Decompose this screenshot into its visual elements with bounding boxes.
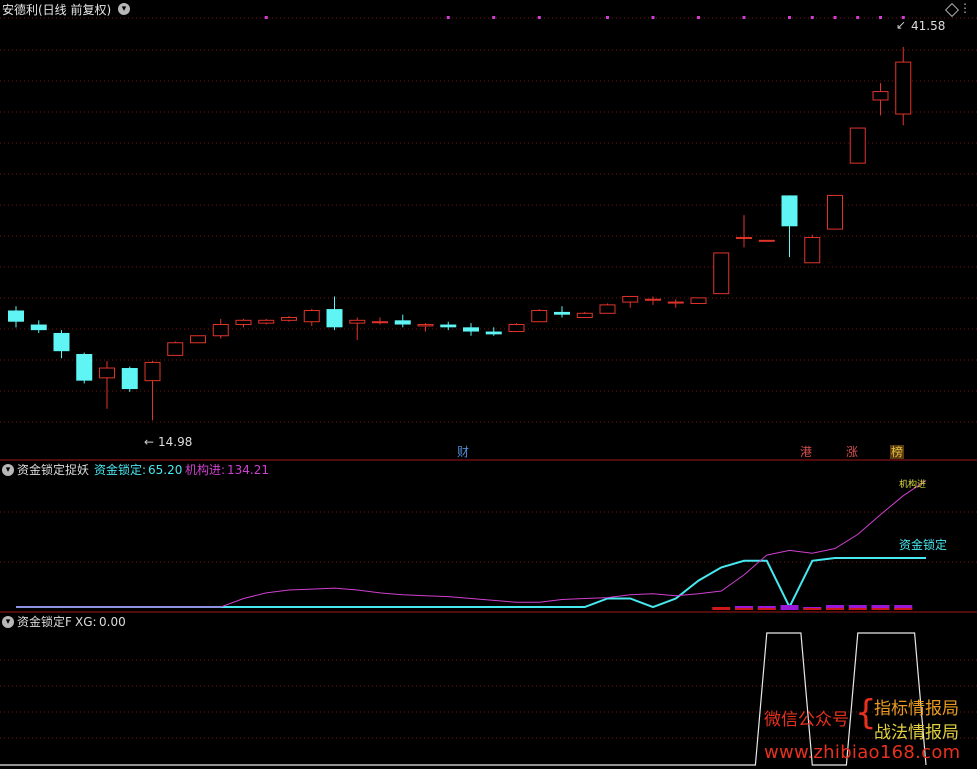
signal-bar-base xyxy=(848,608,867,610)
event-dot xyxy=(446,16,450,19)
candle-body-up xyxy=(303,309,320,323)
low-arrow-icon: ← xyxy=(144,435,155,449)
candle-body-up xyxy=(690,297,707,304)
xg-value: 0.00 xyxy=(99,615,126,629)
candle-body-up xyxy=(508,324,525,333)
candle-body-up xyxy=(372,321,388,324)
xg-label: XG: xyxy=(75,615,97,629)
event-dot xyxy=(788,16,791,19)
event-dot xyxy=(697,16,700,19)
candle-body-up xyxy=(872,91,889,101)
low-price-label: 14.98 xyxy=(158,435,193,449)
candle-body-up xyxy=(258,319,275,324)
watermark-wechat: 微信公众号 xyxy=(764,710,849,730)
candle-body-down xyxy=(781,195,798,227)
cyan-line-label: 资金锁定 xyxy=(899,538,948,552)
candle-body-up xyxy=(895,61,912,115)
candle-body-down xyxy=(554,311,570,315)
candle-body-up xyxy=(736,237,752,240)
event-dot xyxy=(833,16,837,19)
signal-pane-title: 资金锁定F xyxy=(17,615,72,629)
candle-body-up xyxy=(827,194,843,230)
candle-body-up xyxy=(713,252,730,295)
candle-body-down xyxy=(76,353,93,381)
event-dot xyxy=(879,16,882,19)
dropdown-icon[interactable]: ▾ xyxy=(118,3,130,15)
signal-bar-base xyxy=(757,608,776,610)
event-tag-finance[interactable]: 财 xyxy=(456,445,470,459)
event-dot xyxy=(742,16,746,19)
candle-body-down xyxy=(463,327,479,332)
candle-body-up xyxy=(212,324,229,337)
signal-bar-base xyxy=(826,608,844,610)
watermark-name2: 战法情报局 xyxy=(874,723,959,743)
series-line-zjsd xyxy=(16,557,926,610)
candle-body-down xyxy=(440,324,457,328)
candle-body-up xyxy=(417,324,434,327)
candle-body-down xyxy=(30,324,47,331)
main-pane-title: 安德利(日线 前复权) xyxy=(2,3,112,17)
indicator-value1-label: 资金锁定: xyxy=(94,463,147,477)
candle-body-up xyxy=(281,317,297,321)
candle-body-up xyxy=(349,319,366,324)
watermark-url: www.zhibiao168.com xyxy=(764,742,961,763)
candle-body-up xyxy=(576,312,593,319)
candle-body-up xyxy=(167,342,184,356)
candle-body-up xyxy=(144,361,161,382)
collapse-icon[interactable]: ▾ xyxy=(2,616,14,628)
indicator-value2-label: 机构进: xyxy=(185,463,226,477)
signal-bar xyxy=(780,605,799,610)
candle-body-up xyxy=(190,335,206,344)
watermark-name1: 指标情报局 xyxy=(874,699,959,719)
chart-canvas[interactable] xyxy=(0,0,977,769)
collapse-icon[interactable]: ▾ xyxy=(2,464,14,476)
candle-body-down xyxy=(53,332,70,352)
candle-body-up xyxy=(622,295,639,303)
series-line-jgj xyxy=(16,480,927,608)
candle-body-up xyxy=(804,237,821,264)
event-dot xyxy=(810,16,814,19)
settings-icon[interactable]: ⋮ xyxy=(959,1,971,15)
event-dot xyxy=(492,16,496,19)
signal-bar-base xyxy=(803,608,822,610)
signal-bar xyxy=(712,607,731,610)
magenta-line-label: 机构进 xyxy=(899,480,927,490)
indicator-value2: 134.21 xyxy=(227,463,269,477)
event-tag-board[interactable]: 榜 xyxy=(890,445,905,459)
high-arrow-icon: ↙ xyxy=(896,18,907,32)
signal-bar-base xyxy=(894,608,913,610)
candle-body-up xyxy=(758,239,775,242)
event-tag-hk[interactable]: 港 xyxy=(799,445,813,459)
candle-body-down xyxy=(121,368,138,390)
signal-bar-base xyxy=(871,608,890,610)
event-tag-limit-up[interactable]: 涨 xyxy=(845,445,859,459)
event-dot xyxy=(606,16,609,19)
candle-body-up xyxy=(849,127,866,164)
candle-body-up xyxy=(645,298,661,301)
candle-body-down xyxy=(485,331,502,335)
event-dot xyxy=(651,16,655,19)
indicator-pane-title: 资金锁定捉妖 xyxy=(17,463,90,477)
candle-body-up xyxy=(99,367,115,379)
indicator-value1: 65.20 xyxy=(148,463,183,477)
candle-body-down xyxy=(326,309,343,328)
candle-body-down xyxy=(394,320,411,325)
candle-body-down xyxy=(8,310,24,322)
signal-bar-base xyxy=(735,608,753,610)
event-dot xyxy=(264,16,268,19)
candle-body-up xyxy=(667,301,684,304)
candle-body-up xyxy=(599,304,616,314)
candle-body-up xyxy=(235,319,252,326)
event-dot xyxy=(856,16,860,19)
event-dot xyxy=(537,16,541,19)
high-price-label: 41.58 xyxy=(911,19,946,33)
candle-body-up xyxy=(531,309,548,323)
